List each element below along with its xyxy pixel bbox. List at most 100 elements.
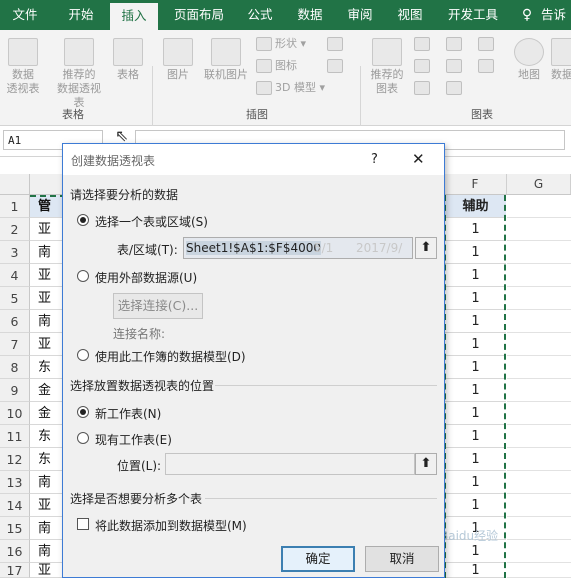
3d-model-button[interactable]: 3D 模型 ▾	[256, 79, 325, 97]
cell-a[interactable]: 亚	[30, 563, 64, 578]
row-header[interactable]: 2	[0, 218, 30, 241]
radio-data-model-label[interactable]: 使用此工作簿的数据模型(D)	[95, 348, 246, 365]
cell-g[interactable]	[507, 218, 571, 241]
cell-g[interactable]	[507, 517, 571, 540]
cell-a[interactable]: 亚	[30, 333, 64, 356]
cell-g[interactable]	[507, 402, 571, 425]
column-header-f[interactable]: F	[444, 174, 507, 194]
row-header[interactable]: 11	[0, 425, 30, 448]
smartart-button[interactable]	[327, 57, 346, 75]
location-picker-button[interactable]: ⬆	[415, 453, 437, 475]
hierarchy-chart-button[interactable]	[446, 35, 465, 53]
line-chart-button[interactable]	[414, 57, 433, 75]
row-header[interactable]: 15	[0, 517, 30, 540]
radio-new-sheet[interactable]	[77, 406, 89, 418]
tab-file[interactable]: 文件	[0, 0, 50, 30]
cell-g[interactable]	[507, 241, 571, 264]
cell-g[interactable]	[507, 310, 571, 333]
select-all-corner[interactable]	[0, 174, 30, 194]
cell-g[interactable]	[507, 356, 571, 379]
shapes-button[interactable]: 形状 ▾	[256, 35, 306, 53]
tab-home[interactable]: 开始	[56, 0, 106, 30]
tab-insert[interactable]: 插入	[110, 3, 158, 30]
pivot-table-button[interactable]: 数据 透视表	[2, 38, 44, 96]
cell-g[interactable]	[507, 333, 571, 356]
row-header[interactable]: 9	[0, 379, 30, 402]
cell-a[interactable]: 东	[30, 356, 64, 379]
row-header[interactable]: 16	[0, 540, 30, 563]
cell-a[interactable]: 南	[30, 471, 64, 494]
cell-g[interactable]	[507, 195, 571, 218]
pivot-chart-button[interactable]: 数据	[551, 38, 571, 82]
row-header[interactable]: 8	[0, 356, 30, 379]
cell-g[interactable]	[507, 494, 571, 517]
row-header[interactable]: 6	[0, 310, 30, 333]
cell-a[interactable]: 南	[30, 241, 64, 264]
table-button[interactable]: 表格	[112, 38, 144, 82]
radio-existing-sheet[interactable]	[77, 432, 89, 444]
range-picker-button[interactable]: ⬆	[415, 237, 437, 259]
icons-button[interactable]: 图标	[256, 57, 297, 75]
row-header[interactable]: 4	[0, 264, 30, 287]
cell-g[interactable]	[507, 448, 571, 471]
cell-g[interactable]	[507, 471, 571, 494]
statistic-chart-button[interactable]	[446, 57, 465, 75]
column-chart-button[interactable]	[414, 35, 433, 53]
tab-tell-me[interactable]: 告诉	[541, 0, 571, 30]
radio-external-source[interactable]	[77, 270, 89, 282]
row-header[interactable]: 13	[0, 471, 30, 494]
cell-a[interactable]: 东	[30, 448, 64, 471]
tab-data[interactable]: 数据	[288, 0, 332, 30]
screenshot-button[interactable]	[327, 35, 346, 53]
tab-developer[interactable]: 开发工具	[440, 0, 506, 30]
cancel-button[interactable]: 取消	[365, 546, 439, 572]
cell-a[interactable]: 亚	[30, 494, 64, 517]
recommended-pivot-button[interactable]: 推荐的 数据透视表	[52, 38, 106, 110]
row-header[interactable]: 7	[0, 333, 30, 356]
row-header[interactable]: 17	[0, 563, 30, 578]
lightbulb-icon[interactable]: ♀	[520, 0, 534, 30]
add-to-model-checkbox[interactable]	[77, 518, 89, 530]
cell-a[interactable]: 南	[30, 310, 64, 333]
cell-g[interactable]	[507, 425, 571, 448]
cell-a[interactable]: 东	[30, 425, 64, 448]
cell-g[interactable]	[507, 540, 571, 563]
radio-data-model[interactable]	[77, 349, 89, 361]
map-button[interactable]: 地图	[512, 38, 546, 82]
ok-button[interactable]: 确定	[281, 546, 355, 572]
scatter-chart-button[interactable]	[446, 79, 465, 97]
radio-new-sheet-label[interactable]: 新工作表(N)	[95, 405, 161, 422]
row-header[interactable]: 12	[0, 448, 30, 471]
add-to-model-label[interactable]: 将此数据添加到数据模型(M)	[95, 517, 247, 534]
row-header[interactable]: 10	[0, 402, 30, 425]
tab-page-layout[interactable]: 页面布局	[165, 0, 233, 30]
online-picture-button[interactable]: 联机图片	[200, 38, 252, 82]
cell-a[interactable]: 南	[30, 517, 64, 540]
row-header[interactable]: 3	[0, 241, 30, 264]
recommended-charts-button[interactable]: 推荐的 图表	[366, 38, 408, 96]
choose-connection-button[interactable]: 选择连接(C)...	[113, 293, 203, 319]
row-header[interactable]: 5	[0, 287, 30, 310]
location-input[interactable]	[165, 453, 415, 475]
row-header[interactable]: 14	[0, 494, 30, 517]
range-input[interactable]: Sheet1!$A$1:$F$4000 5/1 2017/9/	[183, 237, 413, 259]
cell-a[interactable]: 金	[30, 402, 64, 425]
tab-view[interactable]: 视图	[388, 0, 432, 30]
radio-select-range[interactable]	[77, 214, 89, 226]
cell-g[interactable]	[507, 563, 571, 578]
tab-review[interactable]: 审阅	[338, 0, 382, 30]
cell-a[interactable]: 金	[30, 379, 64, 402]
radio-existing-sheet-label[interactable]: 现有工作表(E)	[95, 431, 172, 448]
cell-g[interactable]	[507, 287, 571, 310]
combo-chart-button[interactable]	[478, 35, 497, 53]
cell-a[interactable]: 亚	[30, 264, 64, 287]
chart-options-button[interactable]	[478, 57, 497, 75]
close-button[interactable]: ✕	[412, 150, 425, 168]
cell-g[interactable]	[507, 264, 571, 287]
picture-button[interactable]: 图片	[160, 38, 196, 82]
radio-external-source-label[interactable]: 使用外部数据源(U)	[95, 269, 197, 286]
cell-a[interactable]: 亚	[30, 218, 64, 241]
cell-a[interactable]: 南	[30, 540, 64, 563]
radio-select-range-label[interactable]: 选择一个表或区域(S)	[95, 213, 208, 230]
cell-a[interactable]: 管	[30, 195, 64, 218]
